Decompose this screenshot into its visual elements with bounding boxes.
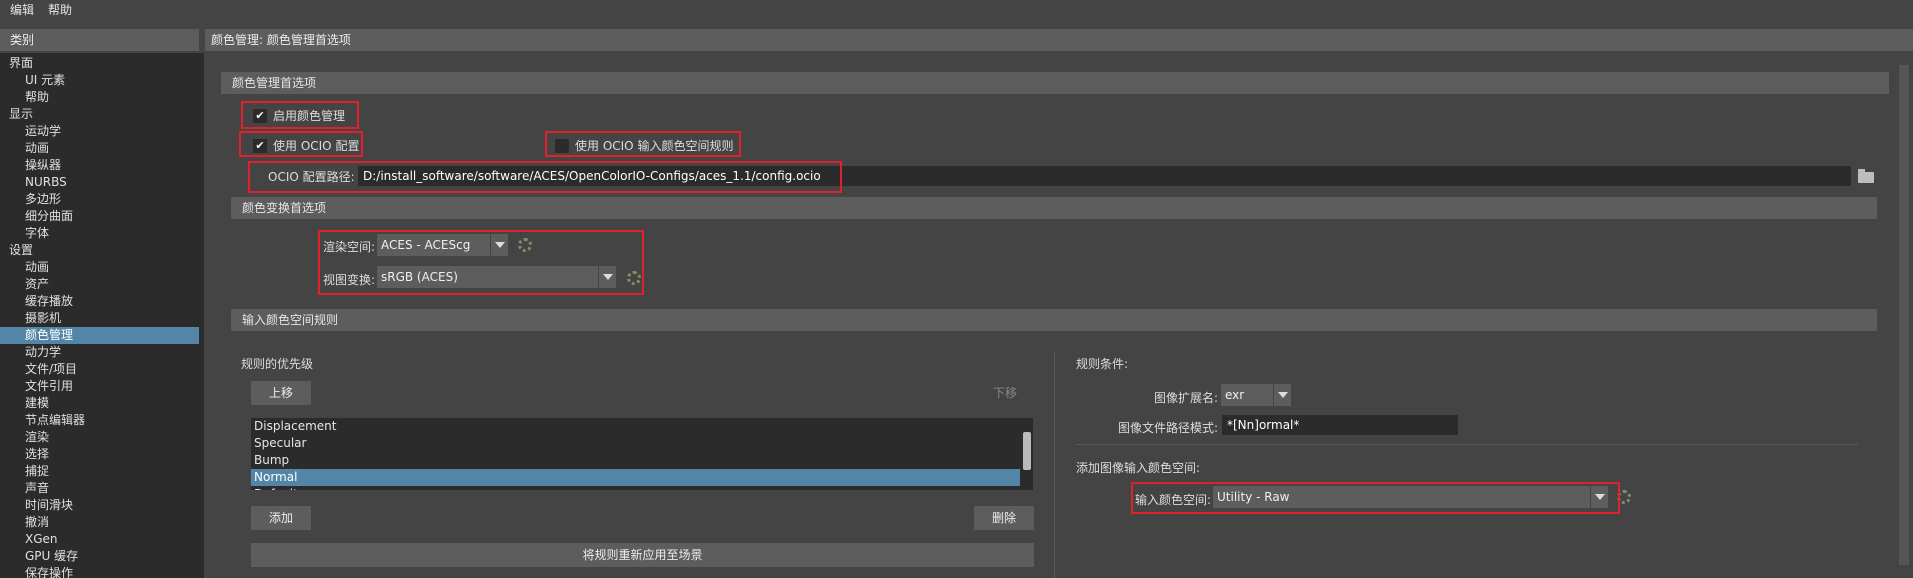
image-ext-dropdown[interactable]: exr: [1221, 384, 1291, 406]
horizontal-divider: [1076, 444, 1858, 445]
sidebar-item[interactable]: 字体: [0, 225, 199, 242]
sidebar-item[interactable]: 选择: [0, 446, 199, 463]
rules-scrollbar[interactable]: [1020, 418, 1033, 490]
main-scrollbar[interactable]: [1897, 53, 1911, 578]
sidebar-item[interactable]: 显示: [0, 106, 199, 123]
sidebar-item[interactable]: 动力学: [0, 344, 199, 361]
delete-rule-button[interactable]: 删除: [974, 506, 1034, 530]
highlight-box: [318, 230, 644, 295]
sidebar-item[interactable]: XGen: [0, 531, 199, 548]
highlight-box: [241, 101, 359, 129]
menu-edit[interactable]: 编辑: [10, 0, 34, 21]
path-pattern-label: 图像文件路径模式:: [1118, 421, 1219, 435]
category-scrollbar[interactable]: [199, 53, 204, 578]
move-down-button[interactable]: 下移: [976, 381, 1034, 405]
sidebar-item[interactable]: 动画: [0, 140, 199, 157]
sidebar-item[interactable]: 捕捉: [0, 463, 199, 480]
sidebar-item[interactable]: 文件/项目: [0, 361, 199, 378]
sidebar-item[interactable]: 节点编辑器: [0, 412, 199, 429]
sidebar-item[interactable]: 缓存播放: [0, 293, 199, 310]
section-cm-prefs[interactable]: 颜色管理首选项: [221, 72, 1889, 94]
image-ext-label: 图像扩展名:: [1154, 391, 1219, 405]
sidebar-item[interactable]: GPU 缓存: [0, 548, 199, 565]
sidebar-item[interactable]: 多边形: [0, 191, 199, 208]
sidebar-item[interactable]: 文件引用: [0, 378, 199, 395]
highlight-box: [239, 131, 363, 157]
highlight-box: [248, 161, 842, 193]
rules-list[interactable]: DisplacementSpecularBumpNormalDefault: [251, 418, 1033, 490]
add-rule-button[interactable]: 添加: [251, 506, 311, 530]
section-input-rules[interactable]: 输入颜色空间规则: [231, 309, 1877, 331]
sidebar-item[interactable]: NURBS: [0, 174, 199, 191]
sidebar-item[interactable]: 设置: [0, 242, 199, 259]
page-title: 颜色管理: 颜色管理首选项: [205, 29, 1913, 51]
scroll-thumb[interactable]: [1899, 65, 1909, 565]
rule-list-item[interactable]: Normal: [251, 469, 1033, 486]
category-list[interactable]: 界面 UI 元素 帮助 显示 运动学 动画 操纵器 NURBS 多边形 细分曲面 字体 设置 动画 资产缓…: [0, 53, 199, 578]
scroll-thumb[interactable]: [1023, 432, 1031, 470]
sidebar-item[interactable]: 撤消: [0, 514, 199, 531]
image-ext-value: exr: [1225, 388, 1245, 402]
sidebar-item[interactable]: 时间滑块: [0, 497, 199, 514]
rule-list-item[interactable]: Specular: [251, 435, 1033, 452]
rule-list-item[interactable]: Displacement: [251, 418, 1033, 435]
sidebar-item[interactable]: 帮助: [0, 89, 199, 106]
add-input-space-label: 添加图像输入颜色空间:: [1076, 461, 1201, 475]
highlight-box: [545, 131, 741, 157]
sidebar-item[interactable]: 声音: [0, 480, 199, 497]
sidebar-item[interactable]: 保存操作: [0, 565, 199, 578]
sidebar-item[interactable]: 界面: [0, 55, 199, 72]
sidebar-item[interactable]: 颜色管理: [0, 327, 199, 344]
reapply-rules-button[interactable]: 将规则重新应用至场景: [251, 543, 1034, 567]
highlight-box: [1131, 482, 1620, 514]
sidebar-item[interactable]: 动画: [0, 259, 199, 276]
rule-list-item[interactable]: Bump: [251, 452, 1033, 469]
sidebar-item[interactable]: 摄影机: [0, 310, 199, 327]
sidebar-item[interactable]: 资产: [0, 276, 199, 293]
sidebar-item[interactable]: 运动学: [0, 123, 199, 140]
sidebar-item[interactable]: 渲染: [0, 429, 199, 446]
section-transform-prefs[interactable]: 颜色变换首选项: [231, 197, 1877, 219]
sidebar-item[interactable]: 建模: [0, 395, 199, 412]
rule-priority-label: 规则的优先级: [241, 357, 314, 371]
rule-list-item[interactable]: Default: [251, 486, 1033, 490]
sidebar-item[interactable]: 细分曲面: [0, 208, 199, 225]
move-up-button[interactable]: 上移: [251, 381, 311, 405]
vertical-divider: [1054, 353, 1055, 578]
chevron-down-icon: [1273, 384, 1291, 406]
path-pattern-field[interactable]: *[Nn]ormal*: [1222, 415, 1458, 435]
sidebar-item[interactable]: UI 元素: [0, 72, 199, 89]
folder-icon[interactable]: [1858, 169, 1874, 183]
rule-conditions-label: 规则条件:: [1076, 357, 1129, 371]
category-header: 类别: [0, 29, 199, 51]
menu-bar: 编辑 帮助: [0, 0, 1913, 22]
menu-help[interactable]: 帮助: [48, 0, 72, 21]
sidebar-item[interactable]: 操纵器: [0, 157, 199, 174]
